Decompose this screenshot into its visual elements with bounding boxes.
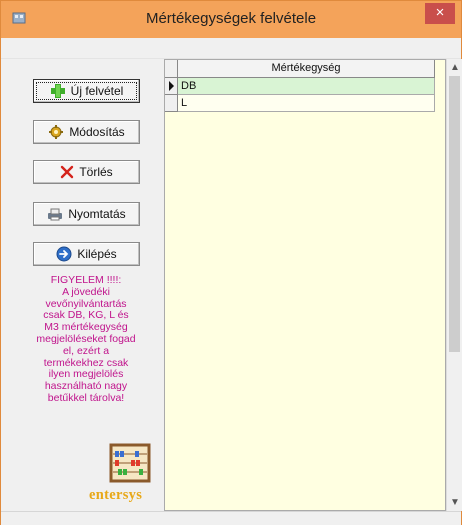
row-indicator bbox=[165, 78, 178, 95]
scroll-thumb[interactable] bbox=[449, 76, 460, 352]
new-record-button[interactable]: Új felvétel bbox=[33, 79, 140, 103]
column-header-unit[interactable]: Mértékegység bbox=[178, 60, 435, 78]
plus-icon bbox=[50, 84, 65, 98]
edit-button[interactable]: Módosítás bbox=[33, 120, 140, 144]
brand-logo: entersys bbox=[89, 487, 143, 503]
print-button[interactable]: Nyomtatás bbox=[33, 202, 140, 226]
close-button[interactable]: × bbox=[425, 3, 455, 24]
table-row[interactable]: L bbox=[165, 95, 435, 112]
delete-label: Törlés bbox=[79, 165, 113, 179]
delete-x-icon bbox=[61, 165, 74, 179]
left-panel: Új felvétel Módosítás Törlés Nyomtatás K… bbox=[9, 59, 164, 511]
scroll-up-icon[interactable]: ▲ bbox=[447, 59, 462, 76]
status-bar bbox=[1, 511, 461, 525]
close-icon: × bbox=[435, 4, 445, 21]
window-title: Mértékegységek felvétele bbox=[145, 10, 317, 27]
new-record-label: Új felvétel bbox=[70, 84, 124, 98]
title-bar[interactable]: Mértékegységek felvétele × bbox=[1, 1, 461, 38]
grid-header: Mértékegység bbox=[165, 60, 445, 78]
grid-corner bbox=[165, 60, 178, 78]
warning-line: megjelöléseket fogad bbox=[36, 332, 136, 345]
unit-cell[interactable]: L bbox=[178, 95, 435, 112]
unit-cell[interactable]: DB bbox=[178, 78, 435, 95]
warning-line: el, ezért a bbox=[62, 344, 110, 357]
main-window: Mértékegységek felvétele × Új felvétel M… bbox=[0, 0, 462, 525]
warning-line: betűkkel tárolva! bbox=[47, 391, 125, 404]
arrow-right-circle-icon bbox=[56, 246, 72, 262]
exit-button[interactable]: Kilépés bbox=[33, 242, 140, 266]
edit-label: Módosítás bbox=[69, 125, 125, 139]
print-label: Nyomtatás bbox=[68, 207, 126, 221]
row-indicator bbox=[165, 95, 178, 112]
exit-label: Kilépés bbox=[77, 247, 117, 261]
table-row[interactable]: DB bbox=[165, 78, 435, 95]
menu-strip bbox=[1, 38, 461, 59]
abacus-icon bbox=[109, 443, 151, 483]
vertical-scrollbar[interactable]: ▲ ▼ bbox=[446, 59, 462, 511]
warning-text: FIGYELEM !!!!: A jövedéki vevőnyilvántar… bbox=[11, 274, 161, 405]
current-row-arrow-icon bbox=[169, 81, 174, 91]
units-grid[interactable]: Mértékegység DB L bbox=[164, 59, 446, 511]
scroll-down-icon[interactable]: ▼ bbox=[447, 494, 462, 511]
warning-line: A jövedéki bbox=[62, 285, 110, 298]
gear-edit-icon bbox=[49, 125, 64, 139]
delete-button[interactable]: Törlés bbox=[33, 160, 140, 184]
printer-icon bbox=[48, 208, 63, 221]
